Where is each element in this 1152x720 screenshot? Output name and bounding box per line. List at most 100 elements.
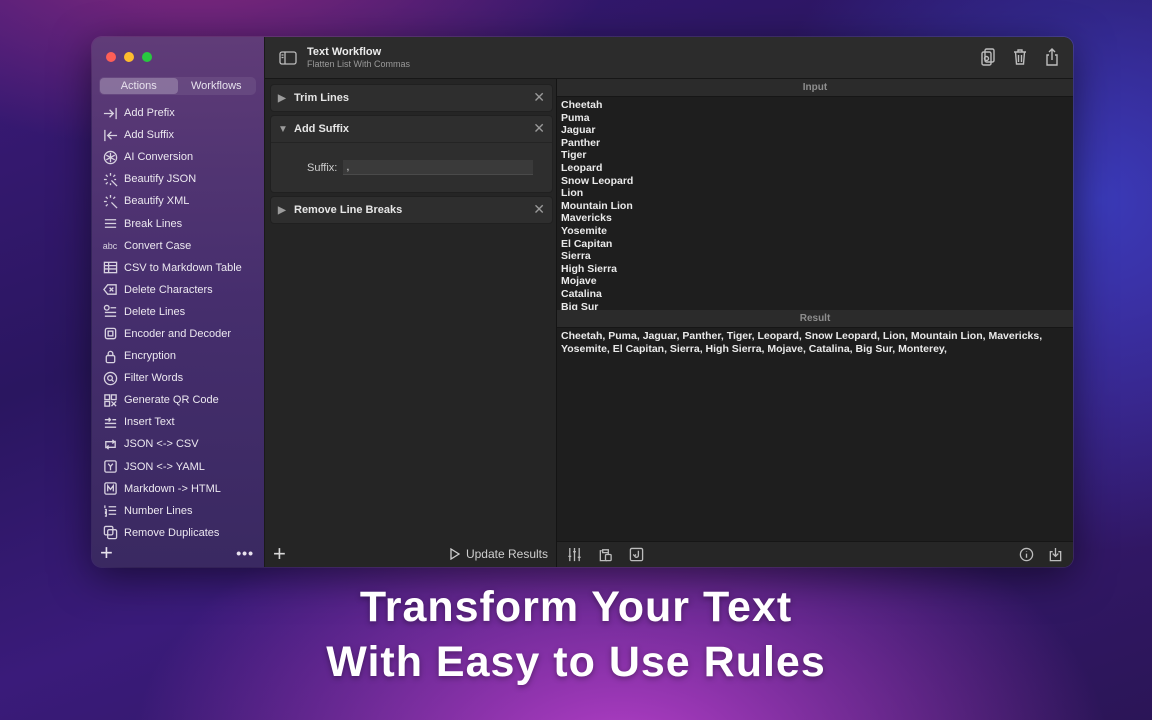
sidebar-toggle-icon[interactable] (279, 50, 297, 65)
sidebar-item-json-csv[interactable]: JSON <-> CSV (92, 433, 264, 455)
suffix-input[interactable] (343, 160, 534, 175)
duplicate-icon (102, 525, 118, 541)
sidebar-item-label: Delete Characters (124, 283, 213, 296)
main-area: Text Workflow Flatten List With Commas ▶… (265, 37, 1073, 567)
minimize-window-button[interactable] (124, 52, 134, 62)
rule-header[interactable]: ▶ Trim Lines ✕ (271, 85, 552, 111)
remove-rule-button[interactable]: ✕ (533, 201, 545, 218)
marketing-caption: Transform Your Text With Easy to Use Rul… (0, 580, 1152, 690)
sidebar-item-beautify-xml[interactable]: Beautify XML (92, 190, 264, 212)
add-action-button[interactable]: + (100, 542, 113, 564)
paste-icon[interactable] (598, 547, 613, 562)
sidebar-segmented-control: Actions Workflows (99, 77, 256, 95)
sidebar-item-encryption[interactable]: Encryption (92, 345, 264, 367)
caption-line-2: With Easy to Use Rules (326, 638, 826, 686)
sidebar-item-convert-case[interactable]: abc Convert Case (92, 235, 264, 257)
lines-icon (102, 216, 118, 232)
sidebar-item-encoder-decoder[interactable]: Encoder and Decoder (92, 323, 264, 345)
tab-workflows[interactable]: Workflows (178, 78, 256, 94)
sidebar-item-json-yaml[interactable]: JSON <-> YAML (92, 456, 264, 478)
window-title: Text Workflow (307, 46, 382, 58)
sidebar-item-delete-lines[interactable]: Delete Lines (92, 301, 264, 323)
delete-backward-icon (102, 282, 118, 298)
caption-line-1: Transform Your Text (359, 583, 793, 631)
sidebar-item-add-suffix[interactable]: Add Suffix (92, 124, 264, 146)
rule-body: Suffix: (271, 142, 552, 192)
rule-header[interactable]: ▼ Add Suffix ✕ (271, 116, 552, 142)
sidebar-item-label: JSON <-> YAML (124, 460, 205, 473)
sidebar-item-label: Beautify JSON (124, 173, 197, 186)
sidebar-item-delete-characters[interactable]: Delete Characters (92, 279, 264, 301)
sidebar-item-ai-conversion[interactable]: AI Conversion (92, 146, 264, 168)
update-results-button[interactable]: Update Results (450, 547, 548, 561)
app-window: Actions Workflows Add Prefix Add Suffix … (92, 37, 1073, 567)
info-icon[interactable] (1019, 547, 1034, 562)
sidebar-item-label: Break Lines (124, 217, 183, 230)
trash-icon[interactable] (1011, 47, 1029, 67)
sidebar-item-label: Insert Text (124, 416, 175, 429)
sliders-icon[interactable] (567, 547, 582, 562)
rule-title: Remove Line Breaks (294, 204, 403, 216)
add-suffix-icon (102, 127, 118, 143)
sidebar-item-filter-words[interactable]: Filter Words (92, 367, 264, 389)
sidebar-item-label: CSV to Markdown Table (124, 261, 242, 274)
sparkle-wand-icon (102, 193, 118, 209)
sidebar-item-number-lines[interactable]: Number Lines (92, 500, 264, 522)
more-options-button[interactable]: ••• (236, 545, 254, 561)
sidebar-item-label: Beautify XML (124, 195, 190, 208)
sidebar-item-label: AI Conversion (124, 151, 194, 164)
cpu-icon (102, 326, 118, 342)
result-text-area[interactable]: Cheetah, Puma, Jaguar, Panther, Tiger, L… (557, 328, 1073, 541)
qr-code-icon (102, 392, 118, 408)
sidebar-item-markdown-html[interactable]: Markdown -> HTML (92, 478, 264, 500)
share-icon[interactable] (1043, 47, 1061, 67)
sidebar-item-break-lines[interactable]: Break Lines (92, 212, 264, 234)
abc-icon: abc (102, 240, 118, 251)
disclosure-right-icon[interactable]: ▶ (278, 205, 294, 216)
remove-rule-button[interactable]: ✕ (533, 120, 545, 137)
rule-add-suffix: ▼ Add Suffix ✕ Suffix: (270, 115, 553, 193)
input-text-area[interactable]: Cheetah Puma Jaguar Panther Tiger Leopar… (557, 97, 1073, 310)
rules-footer: + Update Results (273, 543, 548, 565)
rule-header[interactable]: ▶ Remove Line Breaks ✕ (271, 197, 552, 223)
sidebar-item-label: Delete Lines (124, 305, 186, 318)
sidebar-item-label: Number Lines (124, 504, 193, 517)
tab-actions[interactable]: Actions (100, 78, 178, 94)
content: ▶ Trim Lines ✕ ▼ Add Suffix ✕ Suffix: , … (265, 79, 1073, 567)
io-panel: Input Cheetah Puma Jaguar Panther Tiger … (557, 79, 1073, 567)
sidebar-item-remove-duplicates[interactable]: Remove Duplicates (92, 522, 264, 544)
result-header: Result (557, 310, 1073, 328)
search-circle-icon (102, 370, 118, 386)
save-download-icon[interactable] (1048, 547, 1063, 562)
disclosure-right-icon[interactable]: ▶ (278, 93, 294, 104)
sidebar-item-csv-to-markdown[interactable]: CSV to Markdown Table (92, 257, 264, 279)
numbered-list-icon (102, 503, 118, 519)
convert-arrows-icon (102, 436, 118, 452)
lock-icon (102, 348, 118, 364)
sidebar-item-generate-qr[interactable]: Generate QR Code (92, 389, 264, 411)
duplicate-workflow-icon[interactable] (979, 47, 997, 67)
ai-icon (102, 149, 118, 165)
sidebar-item-beautify-json[interactable]: Beautify JSON (92, 168, 264, 190)
m-square-icon (102, 481, 118, 497)
close-window-button[interactable] (106, 52, 116, 62)
suffix-label: Suffix: (307, 161, 338, 174)
remove-rule-button[interactable]: ✕ (533, 89, 545, 106)
sidebar-item-label: Generate QR Code (124, 394, 219, 407)
add-prefix-icon (102, 105, 118, 121)
add-rule-button[interactable]: + (273, 543, 286, 565)
sidebar-item-label: Convert Case (124, 239, 192, 252)
play-icon (450, 548, 460, 560)
window-subtitle: Flatten List With Commas (307, 59, 411, 69)
io-footer (557, 541, 1073, 567)
sparkle-wand-icon (102, 171, 118, 187)
disclosure-down-icon[interactable]: ▼ (278, 124, 294, 135)
actions-list: Add Prefix Add Suffix AI Conversion Beau… (92, 102, 264, 544)
table-icon (102, 260, 118, 276)
swap-icon[interactable] (629, 547, 644, 562)
sidebar-item-insert-text[interactable]: Insert Text (92, 411, 264, 433)
toolbar: Text Workflow Flatten List With Commas (265, 37, 1073, 79)
sidebar-item-add-prefix[interactable]: Add Prefix (92, 102, 264, 124)
zoom-window-button[interactable] (142, 52, 152, 62)
rule-remove-line-breaks: ▶ Remove Line Breaks ✕ (270, 196, 553, 224)
